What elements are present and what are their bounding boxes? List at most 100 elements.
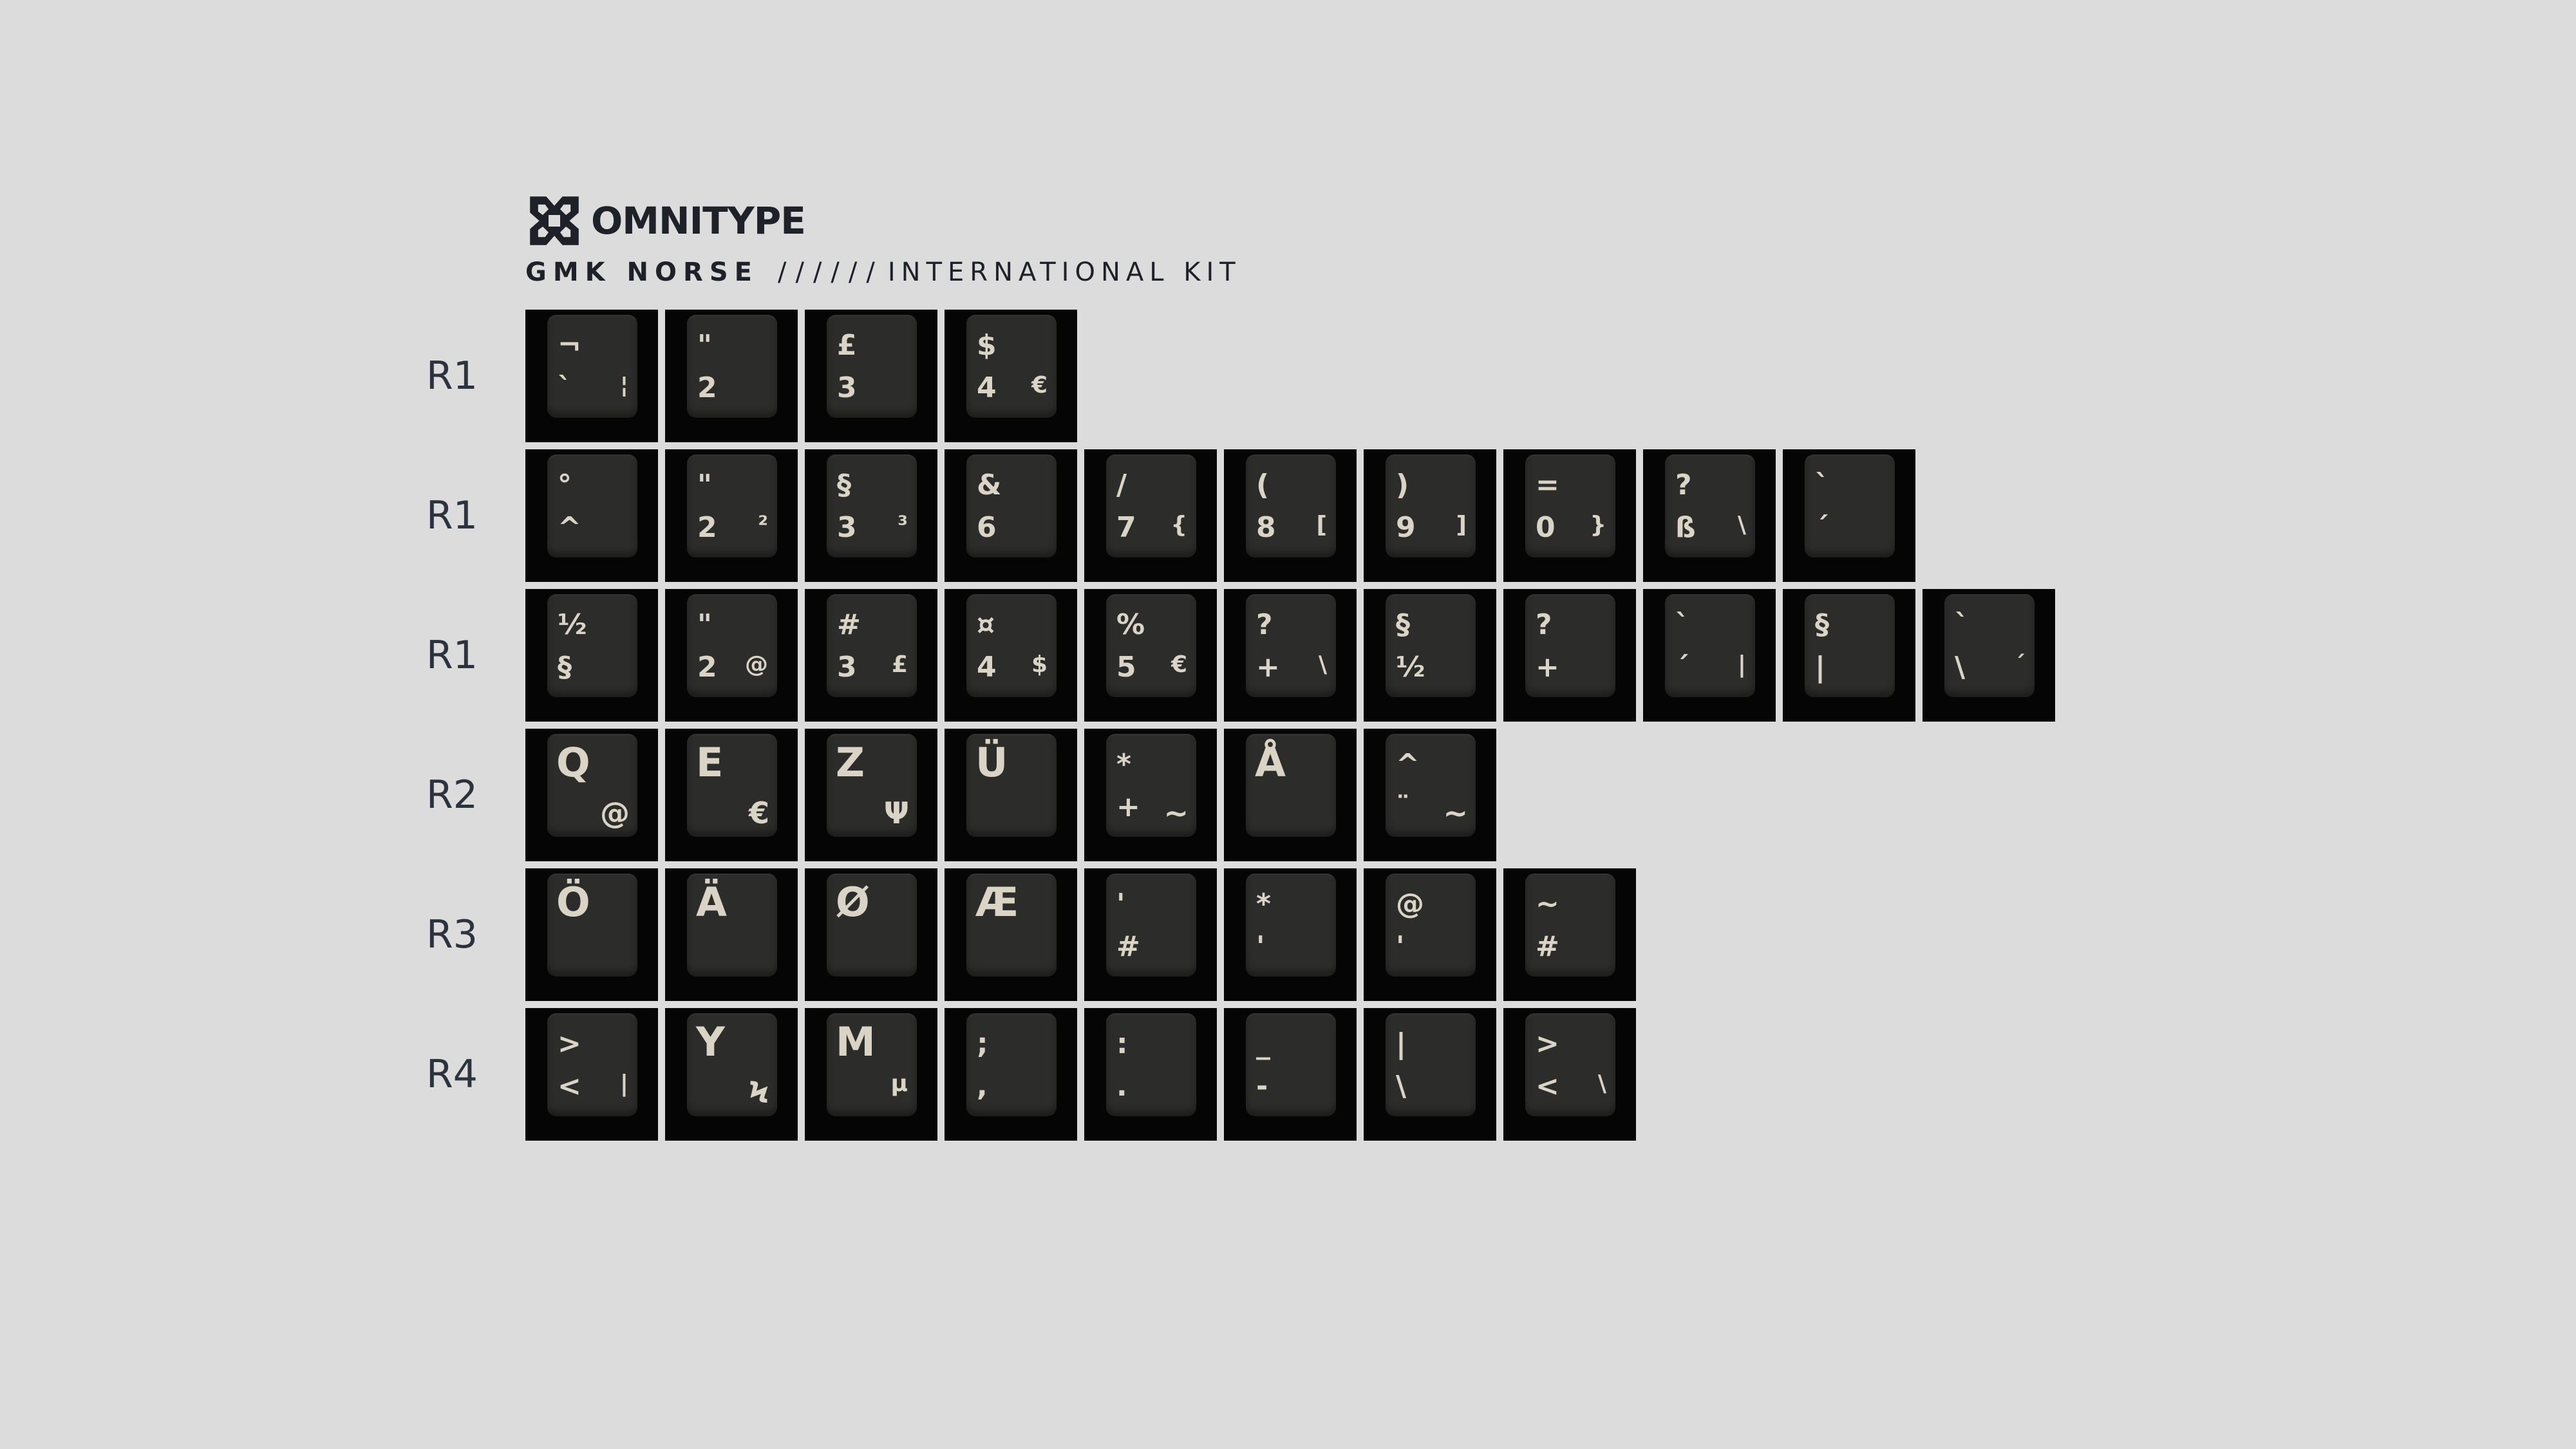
keycap-top: " 2 @	[687, 594, 777, 697]
keycap-shift-legend: £	[837, 329, 857, 362]
keycap-top: ? + \	[1246, 594, 1336, 697]
keycap: ? +	[1503, 589, 1636, 722]
keycap-altgr-legend: {	[1170, 512, 1187, 538]
keycap-shift-legend: ;	[977, 1027, 988, 1060]
row-label: R3	[426, 912, 478, 957]
keycap: (8 [	[1224, 449, 1357, 582]
keycap-top: $4 €	[966, 315, 1057, 418]
keycap-shift-legend: #	[837, 608, 861, 641]
keycap-altgr-legend: \	[1737, 512, 1746, 538]
keycap-altgr-legend: ~	[1163, 796, 1189, 830]
keycap-altgr-legend: Ψ	[883, 796, 909, 830]
keycap-base-legend: <	[1536, 1070, 1559, 1103]
keycap-base-legend: +	[1256, 651, 1280, 684]
keycap-primary-legend: Ü	[975, 739, 1008, 786]
keycap-top: Mµ	[827, 1013, 917, 1116]
keycap-top: ¬ ` ¦	[547, 315, 637, 418]
keycap-base-legend: ,	[977, 1070, 988, 1103]
keycap-top: " 2 ²	[687, 454, 777, 557]
row-label: R2	[426, 772, 478, 818]
keycap-altgr-legend: £	[891, 651, 908, 678]
keycap-primary-legend: E	[696, 739, 724, 786]
keycap-base-legend: 3	[837, 651, 857, 684]
keycap-altgr-legend: €	[748, 796, 769, 830]
keycap-top: § 3 ³	[827, 454, 917, 557]
keycap-top: #3 £	[827, 594, 917, 697]
keycap-top: > < |	[547, 1013, 637, 1116]
keycap-shift-legend: :	[1116, 1027, 1128, 1060]
keycap-altgr-legend: €	[1031, 372, 1048, 398]
keycap-shift-legend: "	[697, 608, 712, 641]
keycap-top: ZΨ	[827, 734, 917, 837]
keycap-altgr-legend: ³	[898, 512, 908, 538]
keycap-base-legend: §	[558, 651, 572, 684]
keycap-altgr-legend: \	[1318, 651, 1327, 678]
row-label: R4	[426, 1052, 478, 1097]
kit-name: INTERNATIONAL KIT	[887, 257, 1241, 287]
keycap-base-legend: -	[1256, 1070, 1268, 1103]
keycap: ` ´ |	[1643, 589, 1776, 722]
keycap-altgr-legend: @	[745, 651, 768, 678]
keycap-shift-legend: "	[697, 469, 712, 501]
keycap: ` \ ´	[1923, 589, 2055, 722]
keycap-base-legend: ¨	[1396, 790, 1410, 823]
keycap-shift-legend: "	[697, 329, 712, 362]
keycap-top: _ -	[1246, 1013, 1336, 1116]
keycap: ? ß \	[1643, 449, 1776, 582]
keycap-base-legend: 9	[1396, 511, 1416, 544]
keycap: ' #	[1084, 868, 1217, 1001]
keycap-top: @ '	[1386, 874, 1476, 977]
row-label: R1	[426, 493, 478, 538]
keycap-shift-legend: *	[1256, 888, 1272, 921]
keycap-altgr-legend: |	[619, 1070, 628, 1097]
keycap-top: ` ´ |	[1665, 594, 1755, 697]
keycap: ^ ¨ ~	[1364, 729, 1496, 861]
keycap: ½ §	[525, 589, 658, 722]
keycap: | \	[1364, 1008, 1496, 1141]
keycap-base-legend: 4	[977, 371, 997, 404]
keycap-primary-legend: Æ	[975, 879, 1019, 926]
keycap: & 6	[945, 449, 1077, 582]
keycap-shift-legend: *	[1116, 748, 1132, 781]
keycap: _ -	[1224, 1008, 1357, 1141]
keycap-base-legend: 2	[697, 371, 717, 404]
keycap-shift-legend: %	[1116, 608, 1145, 641]
keycap-top: Ø	[827, 874, 917, 977]
row-label: R1	[426, 353, 478, 398]
keycap-top: Å	[1246, 734, 1336, 837]
keycap-top: :.	[1106, 1013, 1196, 1116]
keycap-top: Ö	[547, 874, 637, 977]
keycap-base-legend: ß	[1675, 511, 1696, 544]
keycap-top: Ü	[966, 734, 1057, 837]
keycap-shift-legend: ?	[1256, 608, 1273, 641]
keycap: #3 £	[805, 589, 937, 722]
keycap: ¤ 4 $	[945, 589, 1077, 722]
keycap-top: ` ´	[1805, 454, 1895, 557]
keycap: YϞ	[665, 1008, 798, 1141]
keycap-base-legend: ´	[1675, 651, 1689, 684]
keycap-base-legend: 3	[837, 371, 857, 404]
keycap-base-legend: 8	[1256, 511, 1276, 544]
keycap: ~ #	[1503, 868, 1636, 1001]
keycap-shift-legend: ½	[558, 608, 587, 641]
keycap-primary-legend: Y	[696, 1018, 725, 1065]
keycap-shift-legend: |	[1396, 1027, 1407, 1060]
keycap-base-legend: +	[1536, 651, 1559, 684]
keycap-base-legend: \	[1955, 651, 1966, 684]
keycap-base-legend: 6	[977, 511, 997, 544]
keycap-top: / 7 {	[1106, 454, 1196, 557]
keycap-base-legend: ´	[1815, 511, 1829, 544]
keycap: ? + \	[1224, 589, 1357, 722]
keycap-base-legend: 2	[697, 651, 717, 684]
omnitype-logo-icon	[530, 196, 579, 245]
keycap: £3	[805, 310, 937, 442]
keycap-shift-legend: >	[1536, 1027, 1559, 1060]
keycap: = 0}	[1503, 449, 1636, 582]
keycap: " 2	[665, 310, 798, 442]
keycap-primary-legend: M	[836, 1018, 876, 1065]
keycap-base-legend: 3	[837, 511, 857, 544]
keycap-top: & 6	[966, 454, 1057, 557]
keycap-primary-legend: Ä	[696, 879, 727, 926]
keycap-shift-legend: @	[1396, 888, 1424, 921]
keycap-base-legend: \	[1396, 1070, 1407, 1103]
